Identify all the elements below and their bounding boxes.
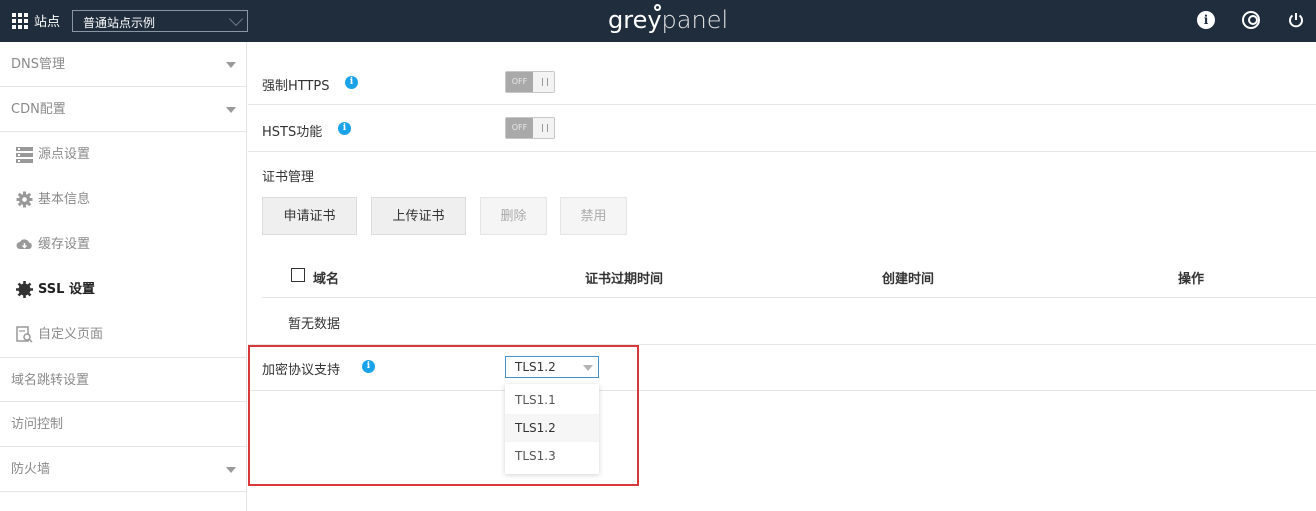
sidebar-item-access-control[interactable]: 访问控制 [0, 402, 246, 447]
column-domain[interactable]: 域名 [313, 268, 339, 287]
sidebar-item-origin[interactable]: 源点设置 [0, 132, 246, 177]
gear-icon [16, 191, 33, 208]
sidebar-item-cdn[interactable]: CDN配置 [0, 87, 246, 132]
site-label: 站点 [34, 15, 61, 30]
cert-management-title: 证书管理 [262, 170, 315, 185]
chevron-down-icon [228, 11, 244, 27]
top-bar: 站点 普通站点示例 greypanel i [0, 0, 1316, 42]
main-content: 强制HTTPS i OFF HSTS功能 i OFF 证书管理 申请证书 上传证… [248, 42, 1316, 511]
upload-cert-button[interactable]: 上传证书 [371, 197, 466, 235]
disable-button[interactable]: 禁用 [560, 197, 627, 235]
table-header-divider [262, 297, 1316, 298]
column-expire-time[interactable]: 证书过期时间 [585, 268, 663, 287]
info-icon[interactable]: i [338, 122, 351, 135]
delete-button[interactable]: 删除 [480, 197, 547, 235]
apply-cert-button[interactable]: 申请证书 [262, 197, 357, 235]
force-https-label: 强制HTTPS [262, 79, 330, 94]
user-icon[interactable] [1242, 11, 1260, 29]
select-all-checkbox[interactable] [291, 268, 305, 282]
hsts-toggle[interactable]: OFF [505, 117, 555, 139]
sidebar-item-basic-info[interactable]: 基本信息 [0, 177, 246, 222]
caret-down-icon [226, 62, 236, 68]
site-select-value: 普通站点示例 [83, 16, 156, 30]
sidebar-item-firewall[interactable]: 防火墙 [0, 447, 246, 492]
sidebar-item-dns[interactable]: DNS管理 [0, 42, 246, 87]
highlight-box [248, 345, 639, 486]
badge-gear-icon [16, 281, 33, 298]
info-icon[interactable]: i [345, 76, 358, 89]
server-icon [16, 147, 33, 163]
greypanel-logo: greypanel [608, 4, 729, 34]
sidebar-item-ssl[interactable]: SSL 设置 [0, 267, 246, 312]
hsts-row: HSTS功能 i OFF [248, 106, 1316, 152]
caret-down-icon [226, 467, 236, 473]
sidebar: DNS管理 CDN配置 源点设置 基本信息 缓存设置 SSL 设置 自定义页面 … [0, 42, 247, 511]
sidebar-item-custom-page[interactable]: 自定义页面 [0, 312, 246, 357]
sidebar-item-redirect[interactable]: 域名跳转设置 [0, 357, 246, 402]
cloud-icon [16, 239, 32, 249]
power-icon[interactable] [1287, 11, 1305, 29]
sidebar-item-cache[interactable]: 缓存设置 [0, 222, 246, 267]
column-created-time[interactable]: 创建时间 [882, 268, 934, 287]
empty-table-text: 暂无数据 [288, 317, 341, 332]
force-https-row: 强制HTTPS i OFF [248, 60, 1316, 105]
hsts-label: HSTS功能 [262, 125, 323, 140]
apps-grid-icon[interactable] [12, 13, 28, 29]
force-https-toggle[interactable]: OFF [505, 71, 555, 93]
site-select[interactable]: 普通站点示例 [72, 10, 248, 32]
info-icon[interactable]: i [1197, 11, 1215, 29]
page-search-icon [16, 326, 33, 343]
column-action: 操作 [1178, 272, 1205, 287]
caret-down-icon [226, 107, 236, 113]
